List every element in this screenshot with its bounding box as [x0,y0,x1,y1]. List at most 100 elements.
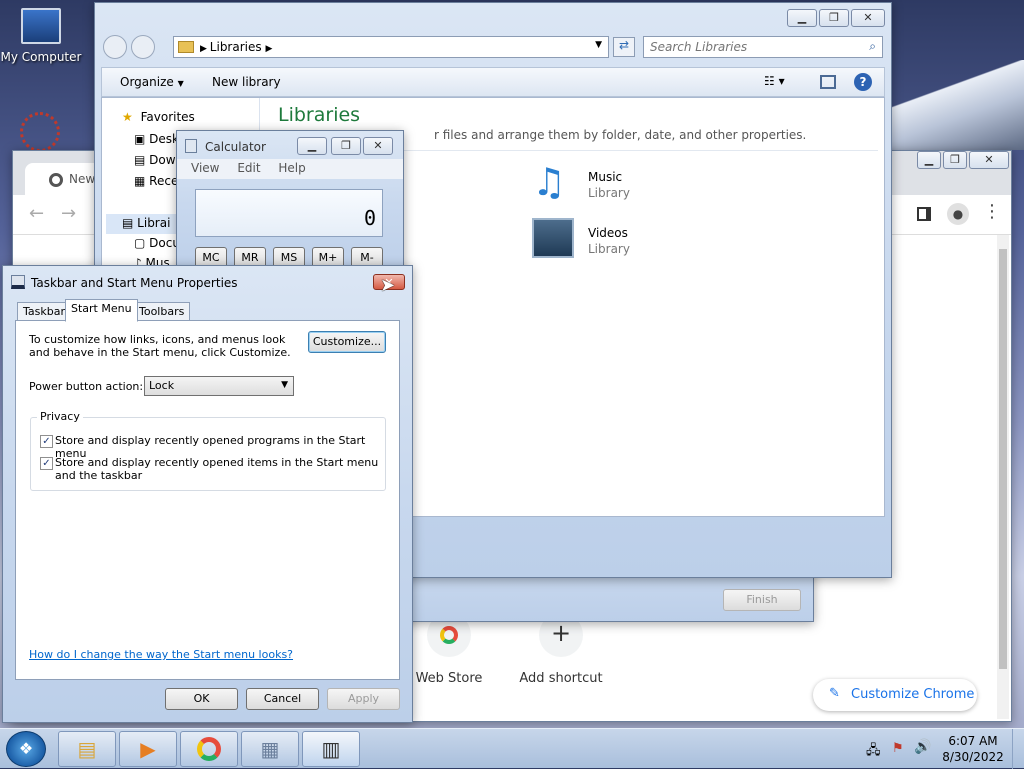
library-name: Videos [588,226,628,240]
calculator-close-button[interactable]: ✕ [363,137,393,155]
shortcut-label: Web Store [415,671,483,686]
forward-icon[interactable]: → [61,203,76,224]
tab-start-menu[interactable]: Start Menu [65,299,138,322]
search-input[interactable] [644,37,854,57]
calculator-icon [185,139,197,153]
menu-edit[interactable]: Edit [237,161,260,175]
explorer-titlebar: ▁ ❐ ✕ [95,3,891,33]
search-box[interactable]: ⌕ [643,36,883,58]
nav-downloads[interactable]: ▤ Dow [134,153,176,167]
search-icon[interactable]: ⌕ [869,39,876,54]
chrome-close-button[interactable]: ✕ [969,151,1009,169]
nav-label: Dow [149,153,176,167]
taskbar-explorer[interactable]: ▤ [58,731,116,767]
star-icon: ★ [122,110,133,124]
view-options-icon[interactable]: ☷ ▾ [764,74,785,88]
library-description: r files and arrange them by folder, date… [434,128,807,142]
tab-toolbars[interactable]: Toolbars [133,302,191,322]
nav-documents[interactable]: ▢ Docu [134,236,180,250]
shortcut-label: Add shortcut [519,671,603,686]
power-button-select[interactable]: Lock ▼ [144,376,294,396]
menu-icon[interactable]: ⋮ [983,201,1001,222]
organize-menu[interactable]: Organize ▼ [120,75,184,89]
shortcut-add[interactable]: + Add shortcut [517,613,605,686]
nav-favorites[interactable]: ★ Favorites [122,110,195,124]
library-type: Library [588,242,630,256]
chrome-minimize-button[interactable]: ▁ [917,151,941,169]
apply-button[interactable]: Apply [327,688,400,710]
nav-label: Desk [149,132,179,146]
customize-button[interactable]: Customize... [308,331,386,353]
library-item-music[interactable]: ♫ Music Library [532,160,682,208]
tab-taskbar[interactable]: Taskbar [17,302,71,322]
media-player-icon: ▶ [140,737,156,761]
volume-icon[interactable]: 🔊 [914,739,931,755]
clock[interactable]: 6:07 AM 8/30/2022 [942,733,1004,765]
maximize-button[interactable]: ❐ [819,9,849,27]
customize-chrome-button[interactable]: ✎ Customize Chrome [813,679,977,711]
privacy-programs-checkbox[interactable]: ✓ [40,435,53,448]
chrome-scrollbar[interactable] [997,235,1009,719]
display-value: 0 [363,206,376,230]
address-dropdown-icon[interactable]: ▼ [595,40,602,50]
taskbar-chrome[interactable] [180,731,238,767]
help-icon[interactable]: ? [854,73,872,91]
profile-icon[interactable]: ● [947,203,969,225]
privacy-items-label: Store and display recently opened items … [55,456,379,482]
shortcut-web-store[interactable]: Web Store [405,613,493,686]
show-desktop-button[interactable] [1012,729,1024,769]
forward-button[interactable] [131,35,155,59]
breadcrumb[interactable]: Libraries [210,40,262,54]
back-button[interactable] [103,35,127,59]
finish-button[interactable]: Finish [723,589,801,611]
nav-recent[interactable]: ▦ Rece [134,174,178,188]
chrome-icon [197,737,221,761]
chevron-down-icon: ▼ [177,79,184,88]
nav-desktop[interactable]: ▣ Desk [134,132,179,146]
power-button-label: Power button action: [29,380,144,393]
breadcrumb-separator-icon: ▶ [265,44,273,54]
side-panel-icon[interactable] [917,207,931,221]
desktop-icon-label: My Computer [0,50,82,64]
chrome-maximize-button[interactable]: ❐ [943,151,967,169]
library-item-videos[interactable]: Videos Library [532,216,682,264]
windows-logo-icon: ❖ [18,739,34,758]
organize-label: Organize [120,75,174,89]
calculator-menubar: View Edit Help [177,159,403,179]
ok-button[interactable]: OK [165,688,238,710]
clock-date: 8/30/2022 [942,750,1004,764]
power-button-value: Lock [149,379,175,392]
calculator-maximize-button[interactable]: ❐ [331,137,361,155]
action-center-icon[interactable]: ⚑ [892,741,904,756]
back-icon[interactable]: ← [29,203,44,224]
help-link[interactable]: How do I change the way the Start menu l… [29,648,293,661]
privacy-items-checkbox[interactable]: ✓ [40,457,53,470]
address-bar[interactable]: ▶ Libraries ▶ ▼ [173,36,609,58]
calculator-window: Calculator ▁ ❐ ✕ View Edit Help 0 MC MR … [176,130,404,280]
taskbar-properties[interactable]: ▥ [302,731,360,767]
scrollbar-thumb[interactable] [999,249,1007,669]
cancel-button[interactable]: Cancel [246,688,319,710]
customize-chrome-label: Customize Chrome [851,687,975,702]
preview-pane-icon[interactable] [820,75,836,89]
minimize-button[interactable]: ▁ [787,9,817,27]
wallpaper-mountain [884,60,1024,150]
refresh-icon[interactable]: ⇄ [613,37,635,57]
customize-description: To customize how links, icons, and menus… [29,333,291,359]
taskbar-media-player[interactable]: ▶ [119,731,177,767]
documents-icon: ▢ [134,236,146,250]
network-icon[interactable]: 🖧 [866,741,881,763]
mouse-cursor-icon: ➤ [380,275,396,296]
desktop-icon-my-computer[interactable]: My Computer [0,8,82,64]
new-library-button[interactable]: New library [212,75,281,89]
calculator-icon: ▦ [260,737,280,761]
menu-help[interactable]: Help [278,161,305,175]
taskbar-calculator[interactable]: ▦ [241,731,299,767]
calculator-minimize-button[interactable]: ▁ [297,137,327,155]
taskbar-properties-icon: ▥ [321,737,341,761]
close-button[interactable]: ✕ [851,9,885,27]
menu-view[interactable]: View [191,161,219,175]
privacy-label: Privacy [37,410,83,423]
start-button[interactable]: ❖ [6,731,46,767]
taskbar-properties-dialog: Taskbar and Start Menu Properties ✕ Task… [2,265,413,723]
